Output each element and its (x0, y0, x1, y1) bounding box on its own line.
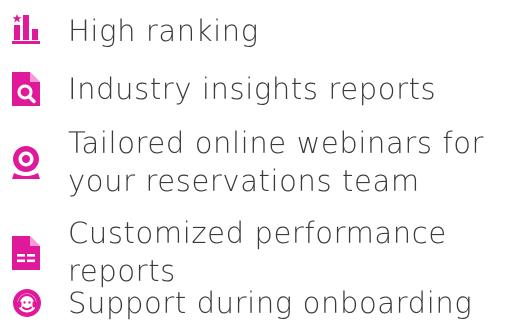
document-search-icon (12, 72, 40, 106)
feature-label-line: Industry insights reports (68, 72, 437, 106)
support-headset-icon (12, 288, 42, 318)
feature-label: Industry insights reports (68, 70, 436, 108)
webcam-icon (11, 146, 41, 180)
feature-label-line: High ranking (68, 14, 259, 48)
report-document-icon (12, 236, 40, 270)
feature-label: High ranking (68, 12, 259, 50)
feature-label-line: Support during onboarding (68, 286, 473, 320)
feature-list: High ranking Industry insights reports T… (0, 0, 512, 332)
ranking-chart-icon (12, 14, 40, 44)
feature-label: Tailored online webinars for your reserv… (68, 124, 484, 200)
feature-label-line: Tailored online webinars for (68, 126, 485, 160)
feature-label-line: your reservations team (68, 164, 420, 198)
feature-label-line: Customized performance (68, 216, 447, 250)
feature-label: Customized performance reports (68, 214, 447, 290)
feature-label: Support during onboarding (68, 284, 472, 322)
